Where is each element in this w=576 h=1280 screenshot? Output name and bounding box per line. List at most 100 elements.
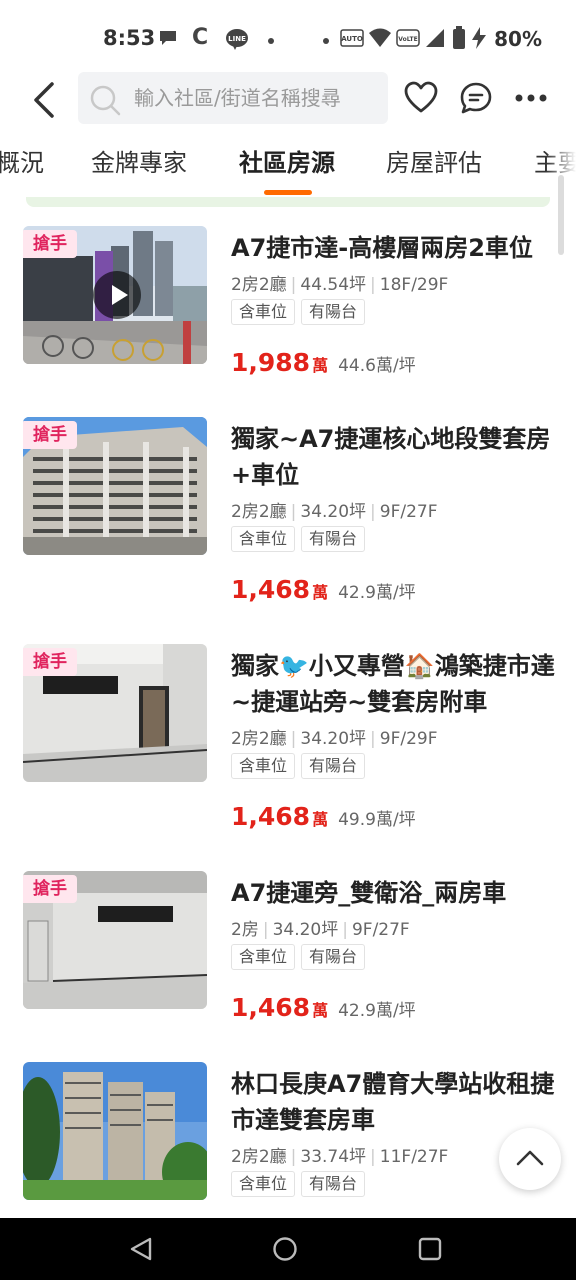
listing-price: 1,468 萬 42.9萬/坪: [231, 993, 416, 1022]
divider: |: [370, 502, 376, 522]
listing-card[interactable]: 搶手 獨家~A7捷運核心地段雙套房+車位 2房2廳 | 34.20坪 | 9F/27F …: [0, 417, 576, 617]
price-unit: 萬: [312, 1001, 329, 1020]
tag-parking: 含車位: [231, 944, 296, 970]
hot-badge: 搶手: [23, 875, 77, 903]
more-dots-icon[interactable]: [514, 90, 548, 109]
price-value: 1,468: [231, 993, 311, 1022]
video-play-icon[interactable]: [93, 271, 141, 319]
divider: |: [262, 920, 269, 940]
listing-area: 34.20坪: [300, 502, 367, 522]
line-app-icon: LINE: [225, 28, 249, 54]
listing-photo[interactable]: 搶手: [23, 417, 207, 555]
listing-card[interactable]: 搶手 A7捷運旁_雙衛浴_兩房車 2房 | 34.20坪 | 9F/27F 含車位 有陽台…: [0, 871, 576, 1031]
price-unit: 萬: [312, 583, 329, 602]
listing-meta: 2房2廳 | 44.54坪 | 18F/29F: [231, 270, 448, 295]
tag-parking: 含車位: [231, 526, 296, 552]
listing-photo[interactable]: 搶手: [23, 871, 207, 1009]
price-value: 1,468: [231, 575, 311, 604]
section-banner-edge: [26, 197, 550, 207]
tab-gold-experts[interactable]: 金牌專家: [91, 143, 187, 178]
price-value: 1,988: [231, 348, 311, 377]
listing-photo[interactable]: [23, 1062, 207, 1200]
price-unit: 萬: [312, 356, 329, 375]
listing-area: 33.74坪: [300, 1147, 367, 1167]
search-input[interactable]: [134, 72, 382, 124]
tab-overview[interactable]: 概況: [0, 143, 44, 178]
back-button[interactable]: [28, 80, 64, 120]
message-icon[interactable]: [459, 81, 493, 119]
unit-price: 42.9萬/坪: [338, 1001, 416, 1021]
listing-tags: 含車位 有陽台: [231, 526, 371, 552]
tab-community-listings[interactable]: 社區房源: [239, 143, 335, 178]
listing-floor: 9F/29F: [379, 729, 438, 749]
listing-layout: 2房2廳: [231, 729, 287, 749]
status-bar: 8:53 C LINE AUTO VoLTE 80%: [0, 0, 576, 74]
dot-icon: [322, 30, 330, 49]
divider: |: [342, 920, 348, 940]
dot-icon: [267, 30, 275, 49]
listing-floor: 11F/27F: [379, 1147, 449, 1167]
listing-floor: 18F/29F: [379, 275, 449, 295]
divider: |: [290, 1147, 297, 1167]
svg-text:LINE: LINE: [228, 35, 246, 43]
listing-title[interactable]: A7捷市達-高樓層兩房2車位: [231, 230, 556, 266]
status-time: 8:53: [103, 26, 156, 50]
divider: |: [290, 729, 297, 749]
wifi-icon: [368, 27, 392, 53]
listing-photo[interactable]: 搶手: [23, 644, 207, 782]
divider: |: [290, 502, 297, 522]
listing-price: 1,468 萬 49.9萬/坪: [231, 802, 416, 831]
listing-card[interactable]: 林口長庚A7體育大學站收租捷市達雙套房車 2房2廳 | 33.74坪 | 11F/27F…: [0, 1062, 576, 1212]
tag-balcony: 有陽台: [301, 526, 366, 552]
divider: |: [290, 275, 297, 295]
charging-icon: [470, 27, 488, 53]
listing-title[interactable]: 獨家🐦小又專營🏠鴻築捷市達~捷運站旁~雙套房附車: [231, 648, 556, 720]
hot-badge: 搶手: [23, 421, 77, 449]
listing-floor: 9F/27F: [379, 502, 438, 522]
listing-layout: 2房2廳: [231, 1147, 287, 1167]
listing-area: 34.20坪: [272, 920, 339, 940]
svg-text:AUTO: AUTO: [341, 35, 363, 43]
battery-percent: 80%: [494, 27, 542, 51]
auto-rotate-icon: AUTO: [340, 28, 364, 54]
divider: |: [370, 275, 376, 295]
tag-balcony: 有陽台: [301, 1171, 366, 1197]
signal-icon: [424, 27, 446, 53]
listing-tags: 含車位 有陽台: [231, 299, 371, 325]
nav-back-icon[interactable]: [128, 1236, 154, 1266]
listing-card[interactable]: 搶手 A7捷市達-高樓層兩房2車位 2房2廳 | 44.54坪 | 18F/29F 含車…: [0, 226, 576, 386]
listing-tags: 含車位 有陽台: [231, 753, 371, 779]
tab-house-valuation[interactable]: 房屋評估: [386, 143, 482, 178]
c-app-icon: C: [192, 25, 209, 50]
listing-title[interactable]: A7捷運旁_雙衛浴_兩房車: [231, 875, 556, 911]
battery-icon: [452, 26, 466, 54]
price-value: 1,468: [231, 802, 311, 831]
search-box[interactable]: [78, 72, 388, 124]
listing-card[interactable]: 搶手 獨家🐦小又專營🏠鴻築捷市達~捷運站旁~雙套房附車 2房2廳 | 34.20坪 |…: [0, 644, 576, 844]
scroll-to-top-button[interactable]: [499, 1128, 561, 1190]
nav-home-icon[interactable]: [272, 1236, 298, 1266]
listing-layout: 2房: [231, 920, 259, 940]
unit-price: 42.9萬/坪: [338, 583, 416, 603]
unit-price: 44.6萬/坪: [338, 356, 416, 376]
tag-balcony: 有陽台: [301, 944, 366, 970]
listing-title[interactable]: 獨家~A7捷運核心地段雙套房+車位: [231, 421, 556, 493]
unit-price: 49.9萬/坪: [338, 810, 416, 830]
listing-price: 1,468 萬 42.9萬/坪: [231, 575, 416, 604]
listing-area: 44.54坪: [300, 275, 367, 295]
listing-meta: 2房 | 34.20坪 | 9F/27F: [231, 915, 410, 940]
search-icon: [88, 83, 122, 121]
system-nav-bar: [0, 1218, 576, 1280]
tag-balcony: 有陽台: [301, 299, 366, 325]
listing-area: 34.20坪: [300, 729, 367, 749]
listing-tags: 含車位 有陽台: [231, 1171, 371, 1197]
listing-meta: 2房2廳 | 33.74坪 | 11F/27F: [231, 1142, 448, 1167]
tag-parking: 含車位: [231, 299, 296, 325]
nav-recents-icon[interactable]: [417, 1236, 443, 1266]
listing-meta: 2房2廳 | 34.20坪 | 9F/29F: [231, 724, 438, 749]
divider: |: [370, 729, 376, 749]
divider: |: [370, 1147, 376, 1167]
favorite-heart-icon[interactable]: [403, 80, 439, 120]
active-tab-indicator: [264, 190, 312, 195]
listing-photo[interactable]: 搶手: [23, 226, 207, 364]
